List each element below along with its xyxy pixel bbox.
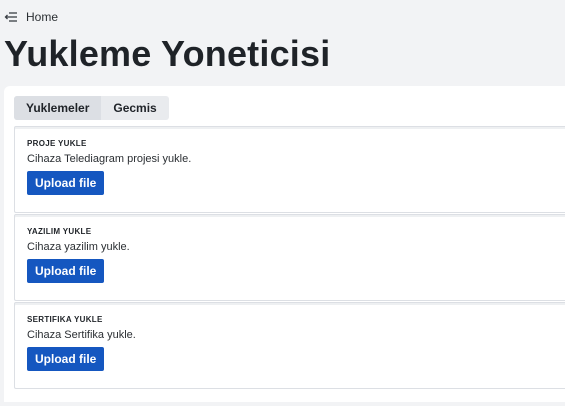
upload-card-yazilim: YAZILIM YUKLE Cihaza yazilim yukle. Uplo…	[14, 214, 565, 301]
card-title: SERTIFIKA YUKLE	[27, 315, 103, 324]
tab-gecmis[interactable]: Gecmis	[101, 96, 168, 120]
home-link[interactable]: Home	[26, 10, 58, 24]
upload-file-button[interactable]: Upload file	[27, 171, 105, 195]
card-description: Cihaza yazilim yukle.	[27, 241, 130, 253]
card-title: PROJE YUKLE	[27, 139, 87, 148]
menu-back-icon[interactable]	[4, 10, 18, 24]
card-description: Cihaza Sertifika yukle.	[27, 329, 136, 341]
card-description: Cihaza Telediagram projesi yukle.	[27, 153, 192, 165]
upload-file-button[interactable]: Upload file	[27, 347, 105, 371]
upload-file-button[interactable]: Upload file	[27, 259, 105, 283]
tab-bar: Yuklemeler Gecmis	[14, 96, 169, 120]
main-panel: Yuklemeler Gecmis PROJE YUKLE Cihaza Tel…	[4, 86, 565, 402]
upload-card-proje: PROJE YUKLE Cihaza Telediagram projesi y…	[14, 126, 565, 213]
tab-yuklemeler[interactable]: Yuklemeler	[14, 96, 102, 120]
page-title: Yukleme Yoneticisi	[4, 33, 331, 74]
breadcrumb: Home	[4, 9, 58, 25]
upload-card-sertifika: SERTIFIKA YUKLE Cihaza Sertifika yukle. …	[14, 302, 565, 389]
card-title: YAZILIM YUKLE	[27, 227, 92, 236]
